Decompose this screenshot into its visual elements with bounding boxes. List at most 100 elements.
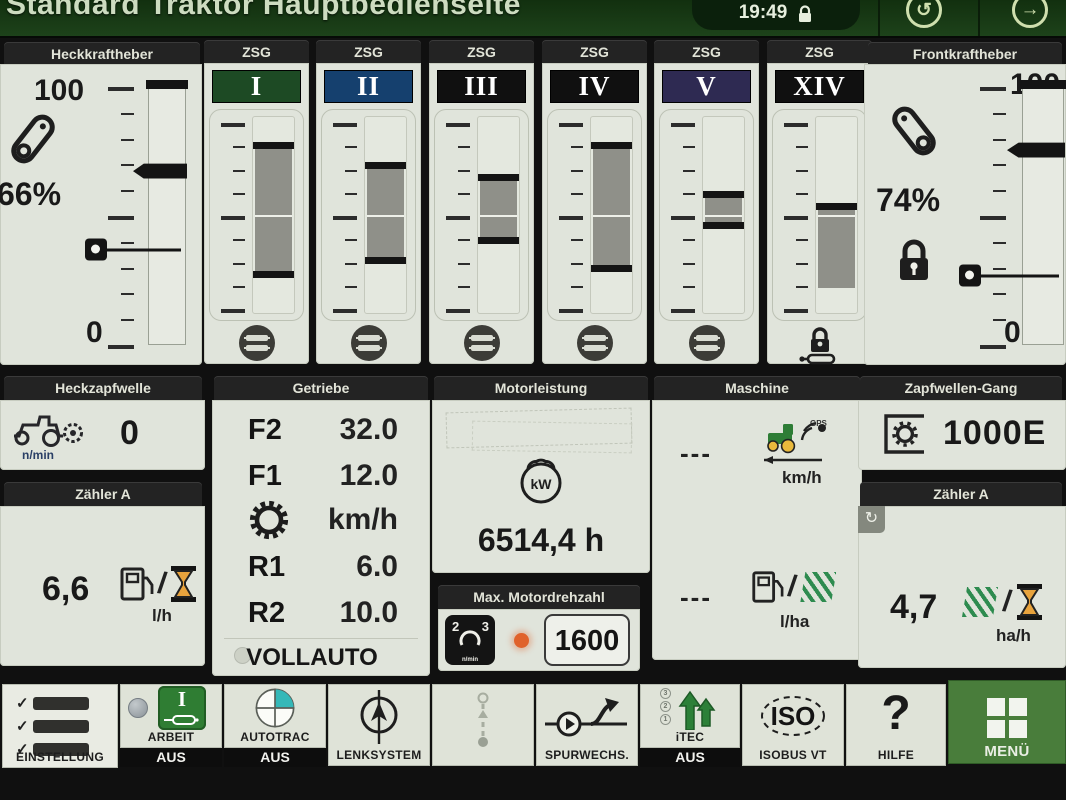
speed-unit: km/h: [328, 503, 398, 537]
status-sphere-icon: [128, 698, 148, 718]
rear-hitch-scale-max: 100: [34, 74, 84, 108]
scv-column-3: ZSG III: [428, 40, 535, 365]
scv-slider[interactable]: [209, 109, 304, 321]
toolbar-button-arbeit[interactable]: I ARBEIT: [120, 684, 222, 748]
scv-numeral-badge: II: [324, 70, 413, 103]
toolbar-button-itec[interactable]: 3 2 1 iTEC: [640, 684, 740, 748]
arbeit-status: AUS: [120, 748, 222, 767]
scv-tab: ZSG: [542, 40, 647, 64]
steering-compass-icon: [354, 688, 404, 746]
checklist-icon: ✓ ✓ ✓: [16, 694, 89, 758]
scv-flow-bar[interactable]: [480, 176, 517, 243]
tractor-display: Standard Traktor Hauptbedienseite 19:49 …: [0, 0, 1066, 800]
gear-speed: 6.0: [356, 550, 398, 584]
hitch-link-icon: [889, 102, 939, 160]
lock-icon: [892, 236, 936, 286]
toolbar-button-einstellung[interactable]: ✓ ✓ ✓ EINSTELLUNG: [2, 684, 118, 768]
header-divider: [978, 0, 980, 38]
scv-flow-bar[interactable]: [593, 144, 630, 269]
toolbar-button-spurwechs[interactable]: SPURWECHS.: [536, 684, 638, 766]
fuel-pump-icon: [118, 564, 154, 604]
svg-text:ISO: ISO: [771, 701, 816, 731]
scv-column-1: ZSG I: [203, 40, 310, 365]
machine-speed-value: ---: [680, 438, 712, 469]
scv-numeral-badge: III: [437, 70, 526, 103]
toolbar-button-lenksystem[interactable]: LENKSYSTEM: [328, 684, 430, 766]
max-rpm-value[interactable]: 1600: [544, 614, 630, 666]
power-gauge-outline: [472, 421, 632, 454]
scv-column-6: ZSG XIV: [766, 40, 873, 365]
scv-tab: ZSG: [654, 40, 759, 64]
scv-valve-icon: [239, 325, 275, 361]
tractor-gps-icon: GPS: [760, 418, 832, 466]
field-hatch-icon: [800, 572, 836, 602]
gear-speed: 10.0: [340, 596, 398, 630]
kw-badge-icon: kW: [517, 452, 565, 506]
scv-numeral-badge: V: [662, 70, 751, 103]
rpm-memory-icon[interactable]: 2 3 n/min: [445, 615, 495, 665]
scv-slider[interactable]: [547, 109, 642, 321]
toolbar-button-blank[interactable]: [432, 684, 534, 766]
slash-separator: /: [1001, 585, 1014, 620]
header-divider: [878, 0, 880, 38]
rear-hitch-title: Heckkraftheber: [4, 42, 200, 66]
rear-pto-title: Heckzapfwelle: [4, 376, 202, 400]
toolbar-button-menu[interactable]: MENÜ: [948, 680, 1066, 764]
inactive-implement-icon: [468, 692, 498, 752]
scv-column-5: ZSG V: [653, 40, 760, 365]
toolbar-button-isobus[interactable]: ISO ISOBUS VT: [742, 684, 844, 766]
scv-flow-bar[interactable]: [705, 193, 742, 226]
rear-hitch-top-stop: [146, 80, 188, 89]
scv-flow-bar[interactable]: [367, 164, 404, 262]
pto-gear-title: Zapfwellen-Gang: [860, 376, 1062, 400]
scv-flow-bar[interactable]: [818, 205, 855, 287]
scv-slider[interactable]: [321, 109, 416, 321]
rear-hitch-body[interactable]: 100 66% 0: [0, 64, 202, 365]
scv-column-2: ZSG II: [315, 40, 422, 365]
scv-tab: ZSG: [429, 40, 534, 64]
counter-a-left-unit: l/h: [152, 606, 172, 626]
slash-separator: /: [786, 570, 799, 605]
front-hitch-percent: 74%: [876, 182, 940, 219]
gear-label: R1: [248, 551, 285, 584]
page-title: Standard Traktor Hauptbedienseite: [6, 0, 521, 22]
scv-tab: ZSG: [767, 40, 872, 64]
scv-flow-bar[interactable]: [255, 144, 292, 275]
counter-a-right-value: 4,7: [890, 588, 937, 627]
counter-a-left-title: Zähler A: [4, 482, 202, 506]
scv-slider[interactable]: [772, 109, 867, 321]
clock: 19:49: [739, 2, 788, 24]
scv-lock-icon: [798, 325, 842, 370]
rpm-led-indicator: [514, 633, 529, 648]
toolbar-button-autotrac[interactable]: AUTOTRAC: [224, 684, 326, 748]
machine-title: Maschine: [654, 376, 860, 400]
engine-title: Motorleistung: [434, 376, 648, 400]
scv-numeral-badge: XIV: [775, 70, 864, 103]
rear-hitch-track[interactable]: [148, 81, 186, 345]
front-hitch-top-stop: [1020, 80, 1066, 89]
machine-rate-value: ---: [680, 582, 712, 613]
rear-pto-unit: n/min: [22, 448, 54, 462]
question-mark-icon: ?: [846, 686, 946, 741]
front-hitch-scale-min: 0: [1004, 316, 1021, 350]
top-header: Standard Traktor Hauptbedienseite 19:49 …: [0, 0, 1066, 38]
counter-a-right-title: Zähler A: [860, 482, 1062, 506]
front-hitch-body[interactable]: 74% 100 0: [864, 64, 1066, 365]
toolbar-button-hilfe[interactable]: ? HILFE: [846, 684, 946, 766]
front-hitch-scale: [976, 87, 1006, 345]
pto-gear-icon: [880, 412, 928, 456]
nav-back-button[interactable]: ↺: [906, 0, 942, 28]
scv-valve-icon: [351, 325, 387, 361]
nav-forward-button[interactable]: →: [1012, 0, 1048, 28]
scv-slider[interactable]: [434, 109, 529, 321]
iso-globe-icon: ISO: [757, 692, 829, 740]
front-hitch-track[interactable]: [1022, 81, 1064, 345]
lock-icon: [797, 5, 813, 24]
gear-label: F1: [248, 460, 282, 493]
scv-column-4: ZSG IV: [541, 40, 648, 365]
fuel-pump-icon: [750, 568, 784, 606]
scv-slider[interactable]: [659, 109, 754, 321]
gear-icon: [248, 499, 290, 541]
field-hatch-icon: [962, 587, 998, 617]
slash-separator: /: [156, 567, 169, 602]
